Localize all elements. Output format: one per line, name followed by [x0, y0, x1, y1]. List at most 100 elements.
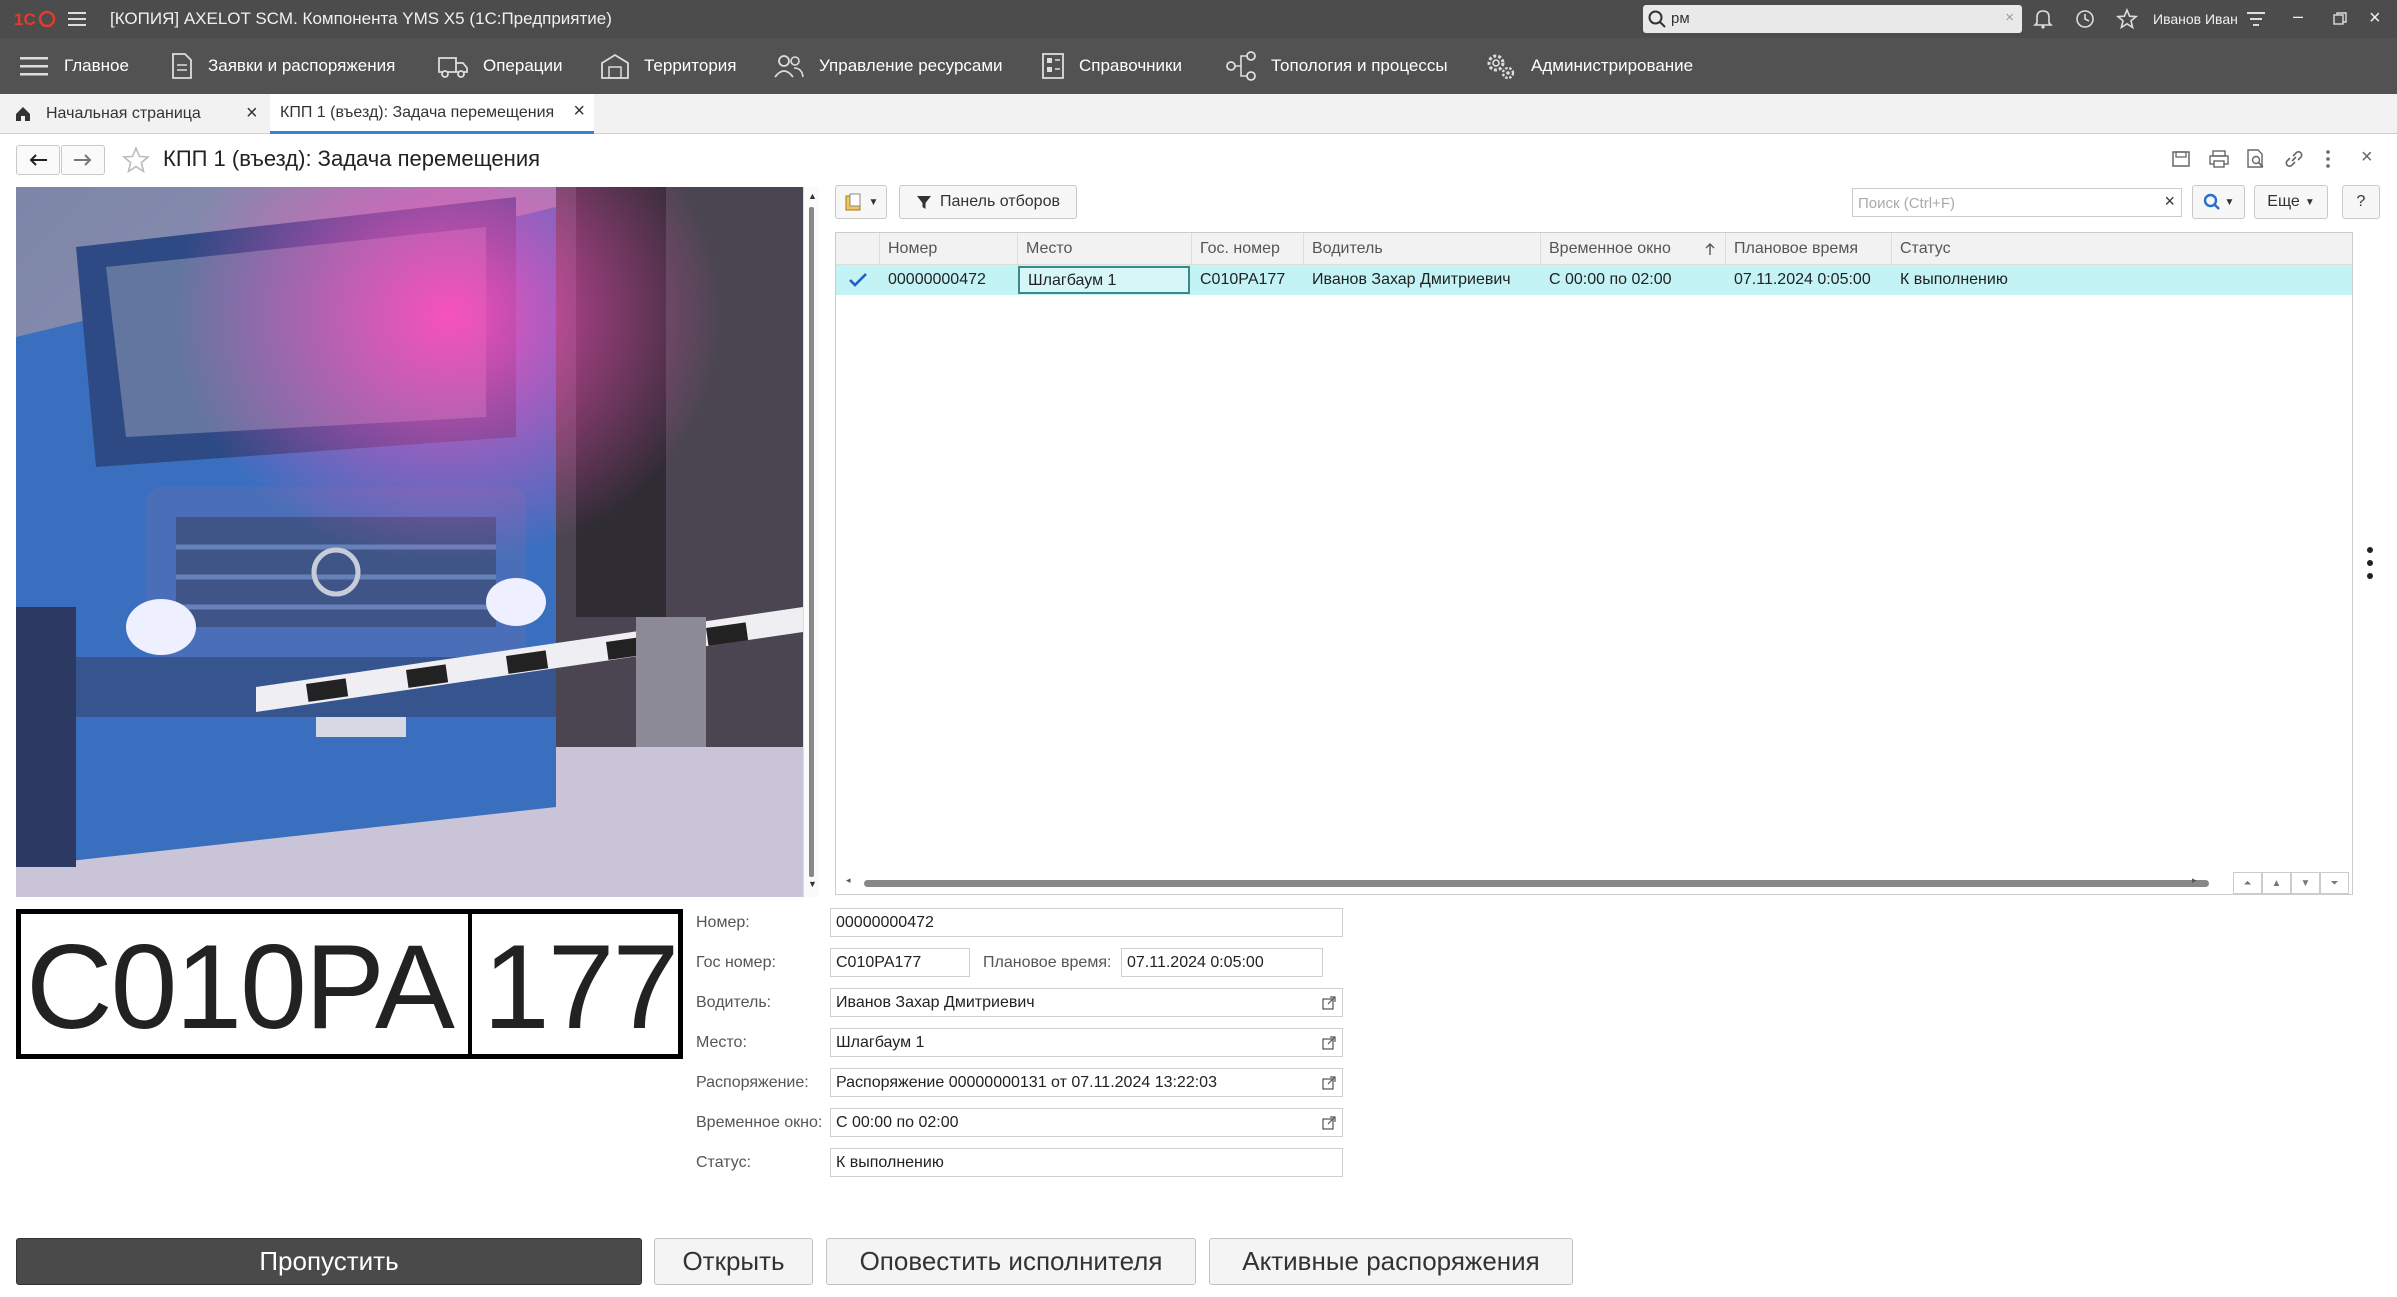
- column-mark[interactable]: [836, 233, 880, 265]
- open-button[interactable]: Открыть: [654, 1238, 813, 1285]
- order-field[interactable]: Распоряжение 00000000131 от 07.11.2024 1…: [830, 1068, 1343, 1097]
- status-field[interactable]: К выполнению: [830, 1148, 1343, 1177]
- nav-item-resources[interactable]: Управление ресурсами: [773, 38, 1003, 94]
- cell-driver: Иванов Захар Дмитриевич: [1312, 271, 1511, 288]
- tab-active-close-icon[interactable]: ×: [573, 100, 585, 123]
- place-field[interactable]: Шлагбаум 1: [830, 1028, 1343, 1057]
- image-scrollbar[interactable]: ▲ ▼: [803, 187, 819, 897]
- favorites-star-icon[interactable]: [2116, 8, 2138, 30]
- column-time-window-label: Временное окно: [1549, 240, 1671, 257]
- back-button[interactable]: [16, 145, 60, 175]
- warehouse-icon: [601, 53, 629, 79]
- people-icon: [774, 55, 804, 78]
- help-label: ?: [2356, 193, 2366, 210]
- preview-icon[interactable]: [2245, 148, 2267, 170]
- close-form-icon[interactable]: ×: [2361, 146, 2373, 169]
- menu-icon[interactable]: [68, 11, 88, 27]
- nav-item-territory[interactable]: Территория: [600, 38, 737, 94]
- search-clear-icon[interactable]: ×: [2164, 191, 2175, 212]
- cell-planned-time: 07.11.2024 0:05:00: [1734, 271, 1871, 288]
- forward-button[interactable]: [61, 145, 105, 175]
- table-row[interactable]: 00000000472 Шлагбаум 1 С010РА177 Иванов …: [836, 265, 2352, 295]
- open-icon[interactable]: [1322, 1036, 1336, 1050]
- number-field[interactable]: 00000000472: [830, 908, 1343, 937]
- gears-icon: [1487, 54, 1515, 80]
- scrollbar-thumb[interactable]: [864, 880, 2209, 887]
- open-icon[interactable]: [1322, 1116, 1336, 1130]
- pass-button[interactable]: Пропустить: [16, 1238, 642, 1285]
- print-icon[interactable]: [2208, 149, 2230, 169]
- open-icon[interactable]: [1322, 1076, 1336, 1090]
- scroll-down-icon[interactable]: ▼: [808, 879, 817, 889]
- column-status[interactable]: Статус: [1892, 233, 2352, 265]
- close-window-icon[interactable]: ×: [2369, 7, 2381, 30]
- search-clear-icon[interactable]: ×: [2005, 9, 2014, 26]
- scroll-up-icon[interactable]: ▲: [808, 191, 817, 201]
- nav-item-orders[interactable]: Заявки и распоряжения: [170, 38, 395, 94]
- driver-label: Водитель:: [696, 994, 772, 1011]
- order-label: Распоряжение:: [696, 1074, 809, 1091]
- filter-panel-button[interactable]: Панель отборов: [899, 185, 1077, 219]
- sections-panel: Главное Заявки и распоряжения Операции Т…: [0, 38, 2397, 94]
- scroll-left-icon[interactable]: ◂: [846, 875, 851, 886]
- nav-item-topology[interactable]: Топология и процессы: [1225, 38, 1448, 94]
- column-planned-time[interactable]: Плановое время: [1726, 233, 1892, 265]
- settings-lines-icon[interactable]: [2247, 11, 2267, 27]
- tab-home-close-icon[interactable]: ×: [246, 102, 258, 125]
- driver-field[interactable]: Иванов Захар Дмитриевич: [830, 988, 1343, 1017]
- maximize-icon[interactable]: [2333, 12, 2347, 26]
- column-place[interactable]: Место: [1018, 233, 1192, 265]
- create-by-button[interactable]: ▼: [835, 185, 887, 219]
- gos-number-field[interactable]: С010РА177: [830, 948, 970, 977]
- link-icon[interactable]: [2283, 149, 2305, 169]
- nav-item-admin[interactable]: Администрирование: [1485, 38, 1693, 94]
- more-button[interactable]: Еще ▼: [2254, 185, 2328, 219]
- last-row-icon[interactable]: ⏷: [2320, 872, 2349, 894]
- search-icon: [1648, 10, 1666, 28]
- active-orders-button[interactable]: Активные распоряжения: [1209, 1238, 1573, 1285]
- more-vertical-icon[interactable]: [2324, 149, 2332, 169]
- plate-main: С010РА: [26, 920, 455, 1054]
- notify-executor-button[interactable]: Оповестить исполнителя: [826, 1238, 1196, 1285]
- tab-home[interactable]: Начальная страница: [14, 94, 264, 134]
- grid-search-input[interactable]: Поиск (Ctrl+F) ×: [1852, 188, 2182, 217]
- search-button[interactable]: ▼: [2192, 185, 2245, 219]
- column-time-window[interactable]: Временное окно: [1541, 233, 1726, 265]
- favorite-star-icon[interactable]: [122, 146, 150, 174]
- global-search-input[interactable]: рм ×: [1643, 5, 2022, 33]
- scrollbar-thumb[interactable]: [809, 207, 814, 877]
- user-name[interactable]: Иванов Иван: [2153, 11, 2238, 27]
- scroll-right-icon[interactable]: ▸: [2192, 875, 2197, 886]
- nav-item-operations[interactable]: Операции: [437, 38, 563, 94]
- column-driver[interactable]: Водитель: [1304, 233, 1541, 265]
- nav-item-label: Заявки и распоряжения: [208, 56, 396, 75]
- prev-row-icon[interactable]: ▲: [2262, 872, 2291, 894]
- history-icon[interactable]: [2075, 9, 2095, 29]
- planned-time-field[interactable]: 07.11.2024 0:05:00: [1121, 948, 1323, 977]
- plate-region: 177: [483, 920, 679, 1054]
- nav-item-catalogs[interactable]: Справочники: [1041, 38, 1182, 94]
- row-navigation: ⏶ ▲ ▼ ⏷: [2233, 872, 2349, 894]
- first-row-icon[interactable]: ⏶: [2233, 872, 2262, 894]
- nav-item-main[interactable]: Главное: [20, 38, 129, 94]
- nav-item-label: Главное: [64, 56, 129, 75]
- horizontal-scrollbar[interactable]: ◂ ▸: [836, 873, 2352, 893]
- dropdown-arrow-icon: ▼: [2304, 196, 2315, 208]
- help-button[interactable]: ?: [2342, 185, 2380, 219]
- minimize-icon[interactable]: –: [2293, 6, 2303, 27]
- column-number[interactable]: Номер: [880, 233, 1018, 265]
- tab-home-label: Начальная страница: [46, 105, 201, 122]
- save-icon[interactable]: [2171, 149, 2191, 169]
- nav-item-label: Территория: [644, 56, 737, 75]
- column-plate[interactable]: Гос. номер: [1192, 233, 1304, 265]
- tasks-table: Номер Место Гос. номер Водитель Временно…: [835, 232, 2353, 895]
- bell-icon[interactable]: [2033, 9, 2053, 29]
- cell-place[interactable]: Шлагбаум 1: [1018, 266, 1190, 294]
- tab-active[interactable]: КПП 1 (въезд): Задача перемещения ×: [270, 94, 594, 134]
- open-icon[interactable]: [1322, 996, 1336, 1010]
- time-window-field[interactable]: С 00:00 по 02:00: [830, 1108, 1343, 1137]
- next-row-icon[interactable]: ▼: [2291, 872, 2320, 894]
- arrow-left-icon: [29, 154, 47, 166]
- side-panel-handle-icon[interactable]: [2366, 545, 2374, 581]
- more-label: Еще: [2267, 193, 2300, 210]
